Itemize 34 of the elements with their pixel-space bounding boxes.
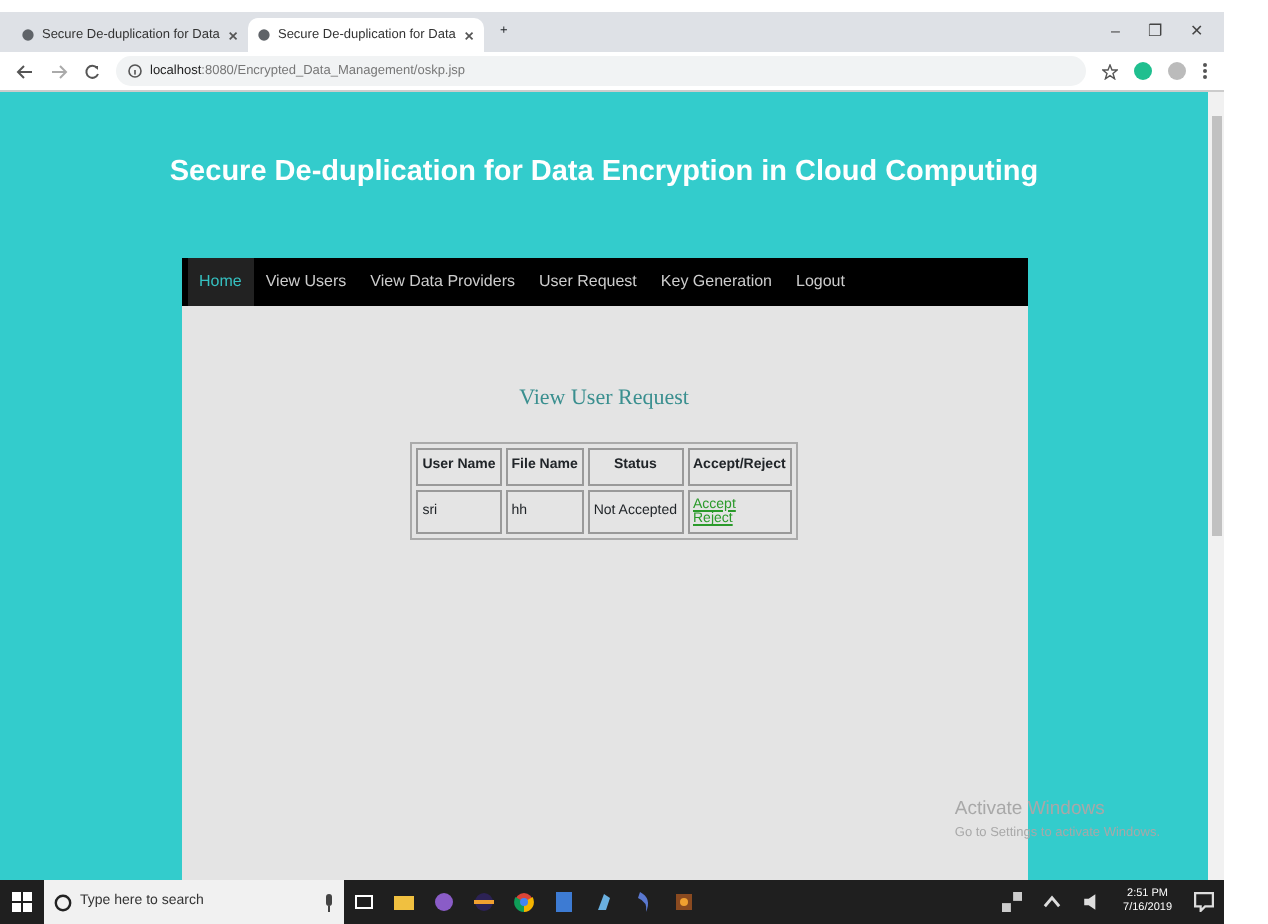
- app-square-icon[interactable]: [674, 892, 694, 912]
- search-icon: [54, 893, 72, 911]
- nav-link[interactable]: View Data Providers: [358, 257, 527, 306]
- window-control-button[interactable]: ❐: [1148, 20, 1162, 44]
- nav-link[interactable]: Key Generation: [648, 257, 784, 306]
- back-icon[interactable]: [16, 63, 34, 79]
- globe-icon: [22, 28, 34, 42]
- network-icon[interactable]: [1001, 892, 1022, 912]
- nav-link[interactable]: Home: [187, 257, 254, 306]
- star-icon[interactable]: [1102, 63, 1118, 79]
- nav-link[interactable]: User Request: [526, 257, 649, 306]
- app-shard-icon[interactable]: [594, 892, 614, 912]
- window-control-button[interactable]: ✕: [1190, 20, 1204, 44]
- info-icon: [128, 64, 142, 78]
- window-control-button[interactable]: –: [1111, 20, 1120, 44]
- app-circle-icon[interactable]: [434, 892, 454, 912]
- menu-icon[interactable]: [1202, 62, 1208, 80]
- section-heading: View User Request: [519, 383, 689, 414]
- chevron-up-icon[interactable]: [1041, 892, 1062, 912]
- folder-icon[interactable]: [394, 892, 414, 912]
- task-view-icon[interactable]: [354, 892, 374, 912]
- document-icon[interactable]: [554, 892, 574, 912]
- eclipse-icon[interactable]: [474, 892, 494, 912]
- reload-icon[interactable]: [84, 63, 100, 79]
- globe-icon: [258, 28, 270, 42]
- nav-link[interactable]: View Users: [253, 257, 359, 306]
- microphone-icon: [324, 893, 334, 911]
- notification-icon[interactable]: [1194, 892, 1214, 912]
- nav-link[interactable]: Logout: [784, 257, 857, 306]
- close-icon[interactable]: [227, 29, 238, 41]
- close-icon[interactable]: [463, 29, 474, 41]
- chrome-icon[interactable]: [514, 892, 534, 912]
- activation-title: Activate Windows: [954, 796, 1107, 824]
- page-title: Secure De-duplication for Data Encryption in Cloud Computing: [169, 154, 1039, 192]
